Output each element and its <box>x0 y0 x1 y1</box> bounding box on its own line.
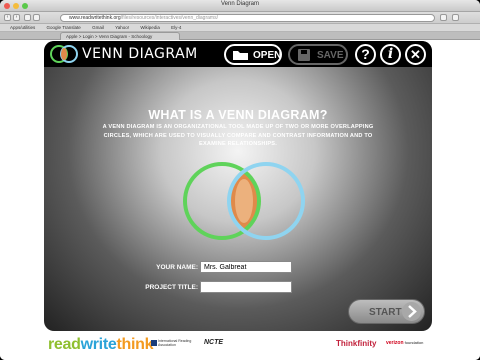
tab-bar: Apple > Login > Venn Diagram - Schoology <box>0 32 480 40</box>
project-title-label: PROJECT TITLE: <box>145 284 198 291</box>
your-name-input[interactable] <box>200 261 292 273</box>
venn-logo-icon <box>50 45 78 63</box>
foundation-word: foundation <box>404 340 424 345</box>
your-name-label: YOUR NAME: <box>156 264 198 271</box>
bookmark-item[interactable]: Apps/utilities <box>10 24 35 31</box>
url-path: /files/resources/interactives/venn_diagr… <box>120 15 218 21</box>
save-disk-icon <box>298 49 310 61</box>
open-label: OPEN <box>253 50 282 61</box>
open-button[interactable]: OPEN <box>224 44 282 65</box>
page-content: VENN DIAGRAM OPEN SAVE ? i ✕ WHAT IS A V… <box>0 41 480 360</box>
forward-button[interactable]: › <box>13 14 20 21</box>
back-button[interactable]: ‹ <box>4 14 11 21</box>
reload-icon[interactable] <box>440 14 447 21</box>
bookmark-item[interactable]: Wikipedia <box>140 24 160 31</box>
tab-active[interactable]: Apple > Login > Venn Diagram - Schoology <box>60 32 180 40</box>
verizon-word: verizon <box>386 340 404 346</box>
logo-read: read <box>48 336 81 353</box>
bookmarks-bar: Apps/utilities Google Translate Gmail Ya… <box>0 24 480 32</box>
ira-logo-text[interactable]: International Reading Association <box>158 339 202 347</box>
bookmark-item[interactable]: Google Translate <box>47 24 81 31</box>
address-toolbar: ‹ › www.readwritethink.org/files/resourc… <box>0 12 480 24</box>
intro-heading: WHAT IS A VENN DIAGRAM? <box>148 108 328 122</box>
intro-description: A VENN DIAGRAM IS AN ORGANIZATIONAL TOOL… <box>102 124 374 147</box>
readwritethink-logo[interactable]: readwritethink <box>48 336 154 354</box>
thinkfinity-logo[interactable]: Thinkfinity <box>336 339 376 348</box>
bookmark-item[interactable]: Ely-4 <box>171 24 181 31</box>
url-host: www.readwritethink.org <box>69 15 121 21</box>
add-tab-icon[interactable] <box>33 14 40 21</box>
start-button[interactable]: START <box>348 299 425 324</box>
save-label: SAVE <box>317 50 344 61</box>
venn-app: VENN DIAGRAM OPEN SAVE ? i ✕ WHAT IS A V… <box>44 41 432 331</box>
close-button[interactable]: ✕ <box>405 44 426 65</box>
address-field[interactable]: www.readwritethink.org/files/resources/i… <box>60 14 435 22</box>
venn-diagram-illustration <box>183 162 305 240</box>
overlap-highlight <box>235 179 253 223</box>
arrow-right-icon <box>402 302 421 321</box>
app-title: VENN DIAGRAM <box>82 46 198 62</box>
logo-write: write <box>80 336 117 353</box>
app-header: VENN DIAGRAM OPEN SAVE ? i ✕ <box>44 41 432 67</box>
ira-logo-icon <box>151 340 157 346</box>
folder-icon <box>233 51 248 60</box>
window-title: Venn Diagram <box>220 1 260 7</box>
help-button[interactable]: ? <box>355 44 376 65</box>
info-button[interactable]: i <box>380 44 401 65</box>
page-footer: readwritethink International Reading Ass… <box>44 334 436 358</box>
ncte-logo[interactable]: NCTE <box>204 339 223 346</box>
logo-think: think <box>116 336 154 353</box>
bookmark-item[interactable]: Gmail <box>92 24 104 31</box>
screen: Venn Diagram ‹ › www.readwritethink.org/… <box>0 0 480 360</box>
verizon-foundation-logo[interactable]: verizon foundation <box>386 340 423 346</box>
title-bar: Venn Diagram <box>0 0 480 12</box>
bookmark-item[interactable]: Yahoo! <box>115 24 129 31</box>
reader-icon[interactable] <box>452 14 459 21</box>
share-icon[interactable] <box>24 14 31 21</box>
start-label: START <box>369 307 402 318</box>
save-button[interactable]: SAVE <box>288 44 348 65</box>
project-title-input[interactable] <box>200 281 292 293</box>
browser-window: Venn Diagram ‹ › www.readwritethink.org/… <box>0 0 480 360</box>
